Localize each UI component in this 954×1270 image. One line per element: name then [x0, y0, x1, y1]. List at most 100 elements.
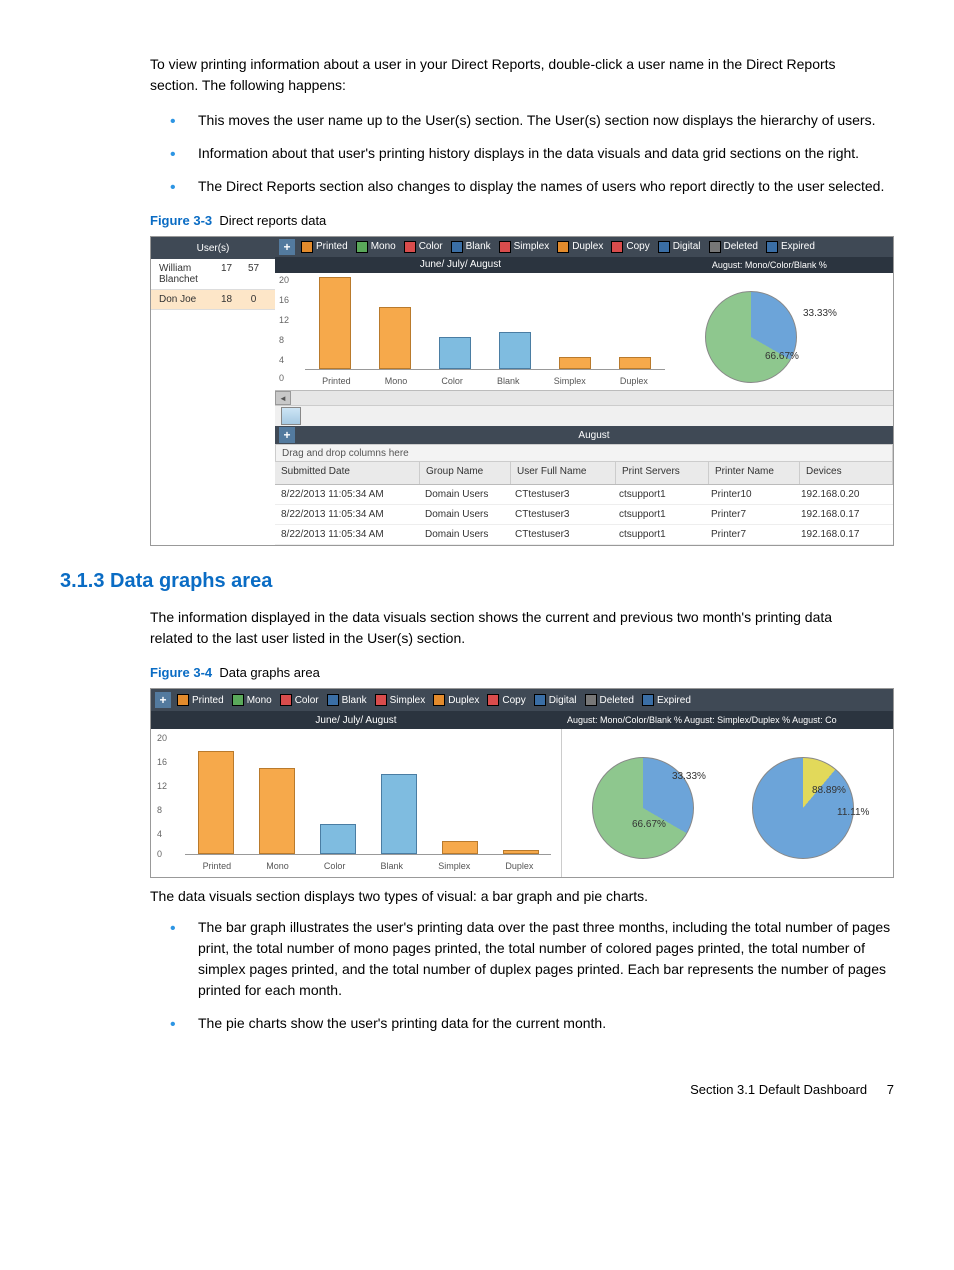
y-tick: 20	[157, 733, 167, 743]
bar	[619, 357, 651, 369]
x-tick: Printed	[203, 861, 232, 871]
add-icon[interactable]: +	[279, 427, 295, 443]
grid-period-label: August	[295, 430, 893, 441]
figure-title: Direct reports data	[219, 213, 326, 228]
y-tick: 0	[279, 373, 284, 383]
intro-paragraph: To view printing information about a use…	[150, 54, 864, 96]
bar	[198, 751, 234, 854]
add-icon[interactable]: +	[155, 692, 171, 708]
table-row[interactable]: 8/22/2013 11:05:34 AM Domain Users CTtes…	[275, 485, 893, 505]
legend-item: Digital	[534, 694, 577, 706]
grid-header: + August	[275, 426, 893, 444]
y-tick: 8	[279, 335, 284, 345]
y-tick: 4	[157, 829, 162, 839]
x-tick: Mono	[266, 861, 289, 871]
users-header: User(s)	[151, 237, 275, 259]
grid-icon[interactable]	[281, 407, 301, 425]
figure-3-3-caption: Figure 3-3 Direct reports data	[150, 213, 894, 228]
legend-item: Copy	[487, 694, 525, 706]
user-col-a: 17	[213, 263, 240, 285]
table-row[interactable]: William Blanchet 17 57	[151, 259, 275, 290]
legend-item: Printed	[177, 694, 224, 706]
legend-item: Copy	[611, 241, 649, 253]
legend-item: Digital	[658, 241, 701, 253]
figure-3-4-caption: Figure 3-4 Data graphs area	[150, 665, 894, 680]
x-tick: Color	[441, 376, 463, 386]
footer-page-number: 7	[887, 1082, 894, 1097]
list-item: This moves the user name up to the User(…	[170, 110, 894, 131]
user-col-a: 18	[213, 294, 240, 305]
bar	[259, 768, 295, 854]
user-col-b: 0	[240, 294, 267, 305]
user-name: Don Joe	[159, 294, 213, 305]
table-row[interactable]: 8/22/2013 11:05:34 AM Domain Users CTtes…	[275, 505, 893, 525]
bar	[379, 307, 411, 369]
table-row[interactable]: 8/22/2013 11:05:34 AM Domain Users CTtes…	[275, 525, 893, 545]
scroll-left-icon[interactable]: ◄	[275, 391, 291, 405]
legend-item: Duplex	[433, 694, 479, 706]
intro-bullet-list: This moves the user name up to the User(…	[170, 110, 894, 197]
y-tick: 16	[279, 295, 289, 305]
x-tick: Duplex	[505, 861, 533, 871]
legend-item: Blank	[451, 241, 491, 253]
x-tick: Color	[324, 861, 346, 871]
bar	[442, 841, 478, 854]
x-tick: Mono	[385, 376, 408, 386]
x-tick: Simplex	[438, 861, 470, 871]
pie-chart-area: 33.33% 66.67%	[675, 273, 893, 390]
add-icon[interactable]: +	[279, 239, 295, 255]
figure-title: Data graphs area	[219, 665, 319, 680]
grid-toggle-bar	[275, 405, 893, 426]
pie-label: 11.11%	[837, 807, 869, 818]
legend-item: Mono	[232, 694, 272, 706]
legend-item: Duplex	[557, 241, 603, 253]
chart-zone: 20 16 12 8 4 0 Printed Mono Color Blank …	[151, 729, 893, 877]
data-panel: + Printed Mono Color Blank Simplex Duple…	[275, 237, 893, 545]
chart-area: 20 16 12 8 4 0 Printed Mono Color	[275, 273, 893, 390]
x-tick: Blank	[381, 861, 404, 871]
bar	[381, 774, 417, 854]
bar	[559, 357, 591, 369]
users-panel: User(s) William Blanchet 17 57 Don Joe 1…	[151, 237, 275, 545]
legend-item: Simplex	[499, 241, 550, 253]
drag-drop-hint[interactable]: Drag and drop columns here	[275, 444, 893, 462]
col-header[interactable]: Devices	[800, 462, 893, 484]
y-tick: 12	[157, 781, 167, 791]
x-tick: Blank	[497, 376, 520, 386]
bar	[439, 337, 471, 369]
after-bullet-list: The bar graph illustrates the user's pri…	[170, 917, 894, 1034]
figure-label: Figure 3-4	[150, 665, 212, 680]
bar	[320, 824, 356, 854]
pie-label: 66.67%	[632, 819, 666, 830]
pie-charts: 33.33% 66.67% 88.89% 11.11%	[562, 729, 893, 877]
col-header[interactable]: Print Servers	[616, 462, 709, 484]
legend-item: Blank	[327, 694, 367, 706]
footer-section: Section 3.1 Default Dashboard	[690, 1082, 867, 1097]
list-item: The pie charts show the user's printing …	[170, 1013, 894, 1034]
figure-3-3: User(s) William Blanchet 17 57 Don Joe 1…	[150, 236, 894, 546]
table-row[interactable]: Don Joe 18 0	[151, 290, 275, 310]
y-tick: 12	[279, 315, 289, 325]
after-figure-text: The data visuals section displays two ty…	[150, 886, 894, 907]
legend-item: Expired	[642, 694, 691, 706]
legend-item: Simplex	[375, 694, 426, 706]
legend-item: Expired	[766, 241, 815, 253]
grid-body: 8/22/2013 11:05:34 AM Domain Users CTtes…	[275, 485, 893, 545]
y-tick: 16	[157, 757, 167, 767]
col-header[interactable]: Submitted Date	[275, 462, 420, 484]
pie-label: 66.67%	[765, 351, 799, 362]
bar-chart: 20 16 12 8 4 0 Printed Mono Color Blank …	[151, 729, 562, 877]
legend-item: Mono	[356, 241, 396, 253]
col-header[interactable]: Group Name	[420, 462, 511, 484]
col-header[interactable]: User Full Name	[511, 462, 616, 484]
legend-item: Printed	[301, 241, 348, 253]
pie-label: 33.33%	[672, 771, 706, 782]
page-footer: Section 3.1 Default Dashboard 7	[60, 1082, 894, 1097]
figure-label: Figure 3-3	[150, 213, 212, 228]
col-header[interactable]: Printer Name	[709, 462, 800, 484]
y-tick: 20	[279, 275, 289, 285]
x-tick: Printed	[322, 376, 351, 386]
legend-bar: + Printed Mono Color Blank Simplex Duple…	[275, 237, 893, 257]
y-tick: 4	[279, 355, 284, 365]
scrollbar[interactable]: ◄	[275, 390, 893, 405]
